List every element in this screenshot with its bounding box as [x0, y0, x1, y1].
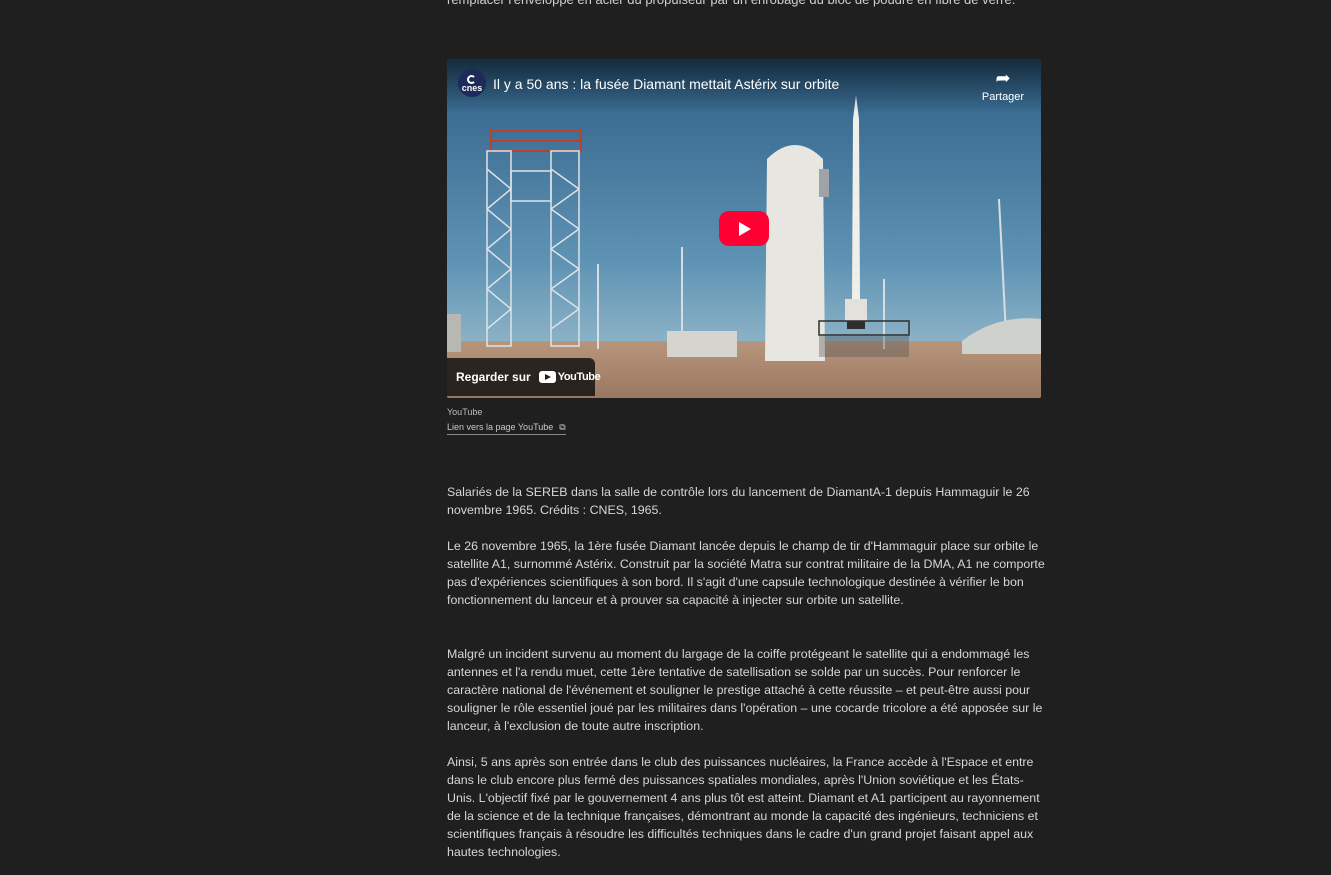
- share-arrow-icon: ➦: [995, 68, 1011, 88]
- video-title[interactable]: Il y a 50 ans : la fusée Diamant mettait…: [493, 76, 839, 92]
- article-paragraph: Le 26 novembre 1965, la 1ère fusée Diama…: [447, 539, 1045, 607]
- youtube-logo: YouTube: [538, 371, 601, 383]
- preceding-paragraph-fragment: remplacer l'enveloppe en acier du propul…: [447, 0, 1041, 9]
- watch-on-youtube-button[interactable]: Regarder sur YouTube: [447, 358, 601, 396]
- share-label: Partager: [981, 91, 1025, 103]
- photo-caption-paragraph: Salariés de la SEREB dans la salle de co…: [447, 485, 1030, 517]
- cnes-logo-icon: [467, 75, 476, 84]
- youtube-embed[interactable]: cnes Il y a 50 ans : la fusée Diamant me…: [447, 59, 1041, 398]
- article-paragraph: Malgré un incident survenu au moment du …: [447, 647, 1043, 733]
- watch-on-label: Regarder sur: [456, 370, 531, 384]
- share-button[interactable]: ➦ Partager: [981, 69, 1025, 103]
- youtube-wordmark: YouTube: [557, 371, 601, 383]
- youtube-page-link-label: Lien vers la page YouTube: [447, 422, 554, 432]
- external-link-icon: ⧉: [559, 422, 566, 432]
- video-header: cnes Il y a 50 ans : la fusée Diamant me…: [447, 59, 1041, 113]
- youtube-play-icon: [538, 371, 556, 383]
- channel-avatar[interactable]: cnes: [458, 69, 486, 97]
- channel-logo-text: cnes: [461, 83, 483, 93]
- youtube-page-link[interactable]: Lien vers la page YouTube ⧉: [447, 422, 566, 435]
- play-button[interactable]: [719, 211, 769, 246]
- embed-provider: YouTube: [447, 407, 483, 417]
- article-paragraph: Ainsi, 5 ans après son entrée dans le cl…: [447, 755, 1040, 859]
